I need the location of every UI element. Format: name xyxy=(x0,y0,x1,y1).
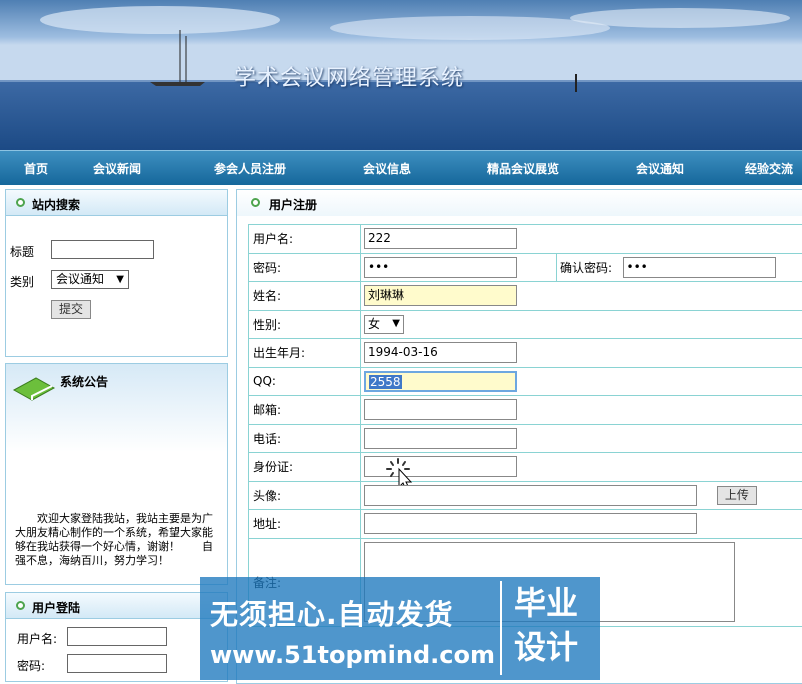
bullet-icon xyxy=(251,198,260,207)
phone-input[interactable] xyxy=(364,428,517,449)
search-category-value: 会议通知 xyxy=(56,272,104,286)
login-password-label: 密码: xyxy=(17,657,45,674)
name-label: 姓名: xyxy=(249,282,361,311)
password-input[interactable]: ••• xyxy=(364,257,517,278)
login-username-label: 用户名: xyxy=(17,630,57,647)
form-row-email: 邮箱: xyxy=(249,396,802,425)
confirm-password-label: 确认密码: xyxy=(557,253,623,282)
username-input[interactable]: 222 xyxy=(364,228,517,249)
qq-selected-text: 2558 xyxy=(369,375,402,389)
login-panel-title: 用户登陆 xyxy=(32,601,80,615)
watermark-line1: 无须担心.自动发货 xyxy=(210,593,454,633)
login-panel-header: 用户登陆 xyxy=(6,593,227,619)
form-row-birth: 出生年月: 1994-03-16 xyxy=(249,339,802,368)
dropdown-arrow-icon: ▼ xyxy=(392,316,400,332)
gender-value: 女 xyxy=(368,317,380,331)
birth-label: 出生年月: xyxy=(249,339,361,368)
register-panel-header: 用户注册 xyxy=(237,190,802,216)
form-row-gender: 性别: 女▼ xyxy=(249,310,802,339)
form-row-name: 姓名: 刘琳琳 xyxy=(249,282,802,311)
search-category-label: 类别 xyxy=(10,273,34,290)
login-password-input[interactable] xyxy=(67,654,167,673)
register-panel-title: 用户注册 xyxy=(269,198,317,212)
nav-conference-notice[interactable]: 会议通知 xyxy=(636,160,684,177)
login-panel: 用户登陆 用户名: 密码: xyxy=(5,592,228,682)
bullet-icon xyxy=(16,198,25,207)
birth-input[interactable]: 1994-03-16 xyxy=(364,342,517,363)
register-form: 用户名: 222 密码: ••• 确认密码: ••• 姓名: 刘琳琳 性别: 女… xyxy=(248,224,802,627)
username-label: 用户名: xyxy=(249,225,361,254)
form-row-address: 地址: xyxy=(249,510,802,539)
form-row-qq: QQ: 2558 xyxy=(249,367,802,396)
search-title-input[interactable] xyxy=(51,240,154,259)
announcement-title: 系统公告 xyxy=(60,373,108,390)
nav-attendee-register[interactable]: 参会人员注册 xyxy=(214,160,286,177)
form-row-id-card: 身份证: xyxy=(249,453,802,482)
form-row-password: 密码: ••• 确认密码: ••• xyxy=(249,253,802,282)
nav-conference-news[interactable]: 会议新闻 xyxy=(93,160,141,177)
id-card-label: 身份证: xyxy=(249,453,361,482)
search-panel-title: 站内搜索 xyxy=(32,198,80,212)
search-title-label: 标题 xyxy=(10,243,34,260)
nav-home[interactable]: 首页 xyxy=(24,160,48,177)
nav-conference-exhibition[interactable]: 精品会议展览 xyxy=(487,160,559,177)
email-input[interactable] xyxy=(364,399,517,420)
search-category-select[interactable]: 会议通知 ▼ xyxy=(51,270,129,289)
header-banner: 学术会议网络管理系统 xyxy=(0,0,802,150)
gender-label: 性别: xyxy=(249,310,361,339)
bullet-icon xyxy=(16,601,25,610)
form-row-username: 用户名: 222 xyxy=(249,225,802,254)
avatar-input[interactable] xyxy=(364,485,697,506)
search-submit-button[interactable]: 提交 xyxy=(51,300,91,319)
announcement-text: 欢迎大家登陆我站，我站主要是为广大朋友精心制作的一个系统，希望大家能够在我站获得… xyxy=(15,512,215,568)
watermark-url: www.51topmind.com xyxy=(210,641,495,669)
form-row-phone: 电话: xyxy=(249,424,802,453)
notice-book-icon xyxy=(12,372,56,402)
email-label: 邮箱: xyxy=(249,396,361,425)
site-title: 学术会议网络管理系统 xyxy=(234,60,464,92)
watermark-badge: 毕业设计 xyxy=(500,581,596,675)
upload-button[interactable]: 上传 xyxy=(717,486,757,505)
name-input[interactable]: 刘琳琳 xyxy=(364,285,517,306)
search-panel: 站内搜索 标题 类别 会议通知 ▼ 提交 xyxy=(5,189,228,357)
dropdown-arrow-icon: ▼ xyxy=(116,272,124,287)
form-row-avatar: 头像: 上传 xyxy=(249,481,802,510)
nav-conference-info[interactable]: 会议信息 xyxy=(363,160,411,177)
password-label: 密码: xyxy=(249,253,361,282)
gender-select[interactable]: 女▼ xyxy=(364,315,404,334)
search-panel-header: 站内搜索 xyxy=(6,190,227,216)
phone-label: 电话: xyxy=(249,424,361,453)
address-input[interactable] xyxy=(364,513,697,534)
watermark-banner: 无须担心.自动发货 www.51topmind.com 毕业设计 xyxy=(200,577,600,680)
address-label: 地址: xyxy=(249,510,361,539)
qq-input[interactable]: 2558 xyxy=(364,371,517,392)
main-nav: 首页 会议新闻 参会人员注册 会议信息 精品会议展览 会议通知 经验交流 xyxy=(0,150,802,185)
login-username-input[interactable] xyxy=(67,627,167,646)
qq-label: QQ: xyxy=(249,367,361,396)
avatar-label: 头像: xyxy=(249,481,361,510)
confirm-password-input[interactable]: ••• xyxy=(623,257,776,278)
nav-experience-exchange[interactable]: 经验交流 xyxy=(745,160,793,177)
